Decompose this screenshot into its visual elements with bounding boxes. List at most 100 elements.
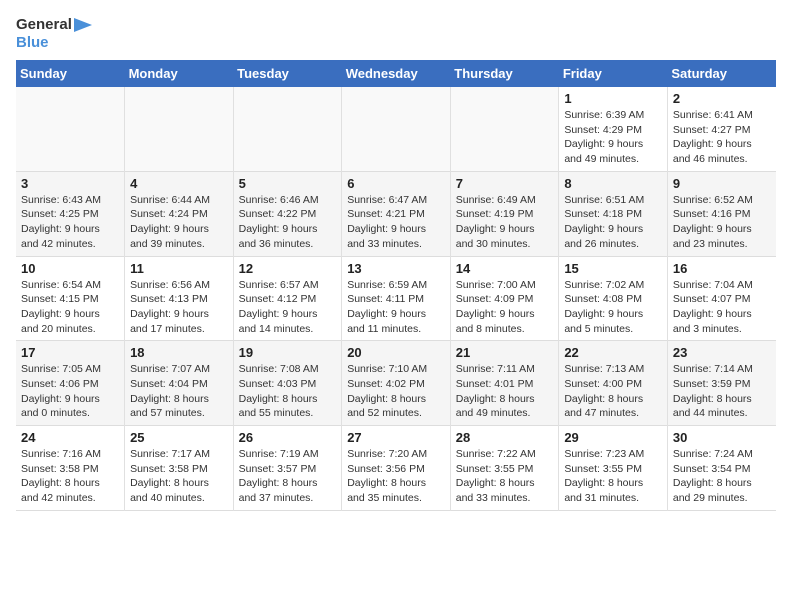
day-number: 4 xyxy=(130,176,228,191)
day-number: 21 xyxy=(456,345,554,360)
calendar-cell: 19 Sunrise: 7:08 AM Sunset: 4:03 PM Dayli… xyxy=(233,341,342,426)
calendar-cell xyxy=(233,87,342,171)
calendar-cell: 23Sunrise: 7:14 AM Sunset: 3:59 PM Dayli… xyxy=(667,341,776,426)
calendar-cell: 3Sunrise: 6:43 AM Sunset: 4:25 PM Daylig… xyxy=(16,171,125,256)
logo-blue: Blue xyxy=(16,34,92,52)
day-header-tuesday: Tuesday xyxy=(233,60,342,87)
header: General Blue xyxy=(16,16,776,52)
day-info: Sunrise: 7:04 AM Sunset: 4:07 PM Dayligh… xyxy=(673,278,771,337)
day-number: 3 xyxy=(21,176,119,191)
day-info: Sunrise: 7:00 AM Sunset: 4:09 PM Dayligh… xyxy=(456,278,554,337)
calendar-cell: 26 Sunrise: 7:19 AM Sunset: 3:57 PM Dayli… xyxy=(233,426,342,511)
calendar-cell: 12 Sunrise: 6:57 AM Sunset: 4:12 PM Dayli… xyxy=(233,256,342,341)
calendar-cell: 2 Sunrise: 6:41 AM Sunset: 4:27 PM Daylig… xyxy=(667,87,776,171)
day-info: Sunrise: 6:57 AM Sunset: 4:12 PM Dayligh… xyxy=(239,278,337,337)
day-info: Sunrise: 7:05 AM Sunset: 4:06 PM Dayligh… xyxy=(21,362,119,421)
calendar-cell: 8 Sunrise: 6:51 AM Sunset: 4:18 PM Daylig… xyxy=(559,171,668,256)
day-info: Sunrise: 7:10 AM Sunset: 4:02 PM Dayligh… xyxy=(347,362,445,421)
day-number: 22 xyxy=(564,345,662,360)
day-number: 11 xyxy=(130,261,228,276)
day-info: Sunrise: 6:56 AM Sunset: 4:13 PM Dayligh… xyxy=(130,278,228,337)
day-number: 15 xyxy=(564,261,662,276)
calendar-cell: 21 Sunrise: 7:11 AM Sunset: 4:01 PM Dayli… xyxy=(450,341,559,426)
day-info: Sunrise: 6:41 AM Sunset: 4:27 PM Dayligh… xyxy=(673,108,771,167)
day-number: 8 xyxy=(564,176,662,191)
day-number: 6 xyxy=(347,176,445,191)
calendar-cell: 28 Sunrise: 7:22 AM Sunset: 3:55 PM Dayli… xyxy=(450,426,559,511)
logo: General Blue xyxy=(16,16,92,52)
calendar-cell: 17 Sunrise: 7:05 AM Sunset: 4:06 PM Dayli… xyxy=(16,341,125,426)
day-number: 1 xyxy=(564,91,662,106)
calendar-cell: 29 Sunrise: 7:23 AM Sunset: 3:55 PM Dayli… xyxy=(559,426,668,511)
day-info: Sunrise: 6:51 AM Sunset: 4:18 PM Dayligh… xyxy=(564,193,662,252)
calendar-cell: 16 Sunrise: 7:04 AM Sunset: 4:07 PM Dayli… xyxy=(667,256,776,341)
calendar-cell: 6 Sunrise: 6:47 AM Sunset: 4:21 PM Daylig… xyxy=(342,171,451,256)
day-header-sunday: Sunday xyxy=(16,60,125,87)
day-info: Sunrise: 7:24 AM Sunset: 3:54 PM Dayligh… xyxy=(673,447,771,506)
calendar-cell: 30 Sunrise: 7:24 AM Sunset: 3:54 PM Dayli… xyxy=(667,426,776,511)
week-row-4: 24Sunrise: 7:16 AM Sunset: 3:58 PM Dayli… xyxy=(16,426,776,511)
day-info: Sunrise: 7:14 AM Sunset: 3:59 PM Dayligh… xyxy=(673,362,771,421)
day-info: Sunrise: 7:19 AM Sunset: 3:57 PM Dayligh… xyxy=(239,447,337,506)
day-info: Sunrise: 7:17 AM Sunset: 3:58 PM Dayligh… xyxy=(130,447,228,506)
day-number: 10 xyxy=(21,261,119,276)
calendar-cell xyxy=(450,87,559,171)
calendar-cell: 20 Sunrise: 7:10 AM Sunset: 4:02 PM Dayli… xyxy=(342,341,451,426)
calendar-cell: 5Sunrise: 6:46 AM Sunset: 4:22 PM Daylig… xyxy=(233,171,342,256)
day-number: 14 xyxy=(456,261,554,276)
logo-arrow-icon xyxy=(74,18,92,32)
logo-general: General xyxy=(16,16,72,34)
week-row-1: 3Sunrise: 6:43 AM Sunset: 4:25 PM Daylig… xyxy=(16,171,776,256)
calendar-cell: 1 Sunrise: 6:39 AM Sunset: 4:29 PM Daylig… xyxy=(559,87,668,171)
day-info: Sunrise: 7:13 AM Sunset: 4:00 PM Dayligh… xyxy=(564,362,662,421)
day-info: Sunrise: 6:49 AM Sunset: 4:19 PM Dayligh… xyxy=(456,193,554,252)
day-number: 12 xyxy=(239,261,337,276)
day-header-thursday: Thursday xyxy=(450,60,559,87)
day-number: 20 xyxy=(347,345,445,360)
day-number: 17 xyxy=(21,345,119,360)
week-row-2: 10 Sunrise: 6:54 AM Sunset: 4:15 PM Dayli… xyxy=(16,256,776,341)
day-info: Sunrise: 7:22 AM Sunset: 3:55 PM Dayligh… xyxy=(456,447,554,506)
calendar-cell: 15 Sunrise: 7:02 AM Sunset: 4:08 PM Dayli… xyxy=(559,256,668,341)
day-number: 9 xyxy=(673,176,771,191)
day-number: 29 xyxy=(564,430,662,445)
calendar-cell: 11 Sunrise: 6:56 AM Sunset: 4:13 PM Dayli… xyxy=(125,256,234,341)
calendar-cell: 9Sunrise: 6:52 AM Sunset: 4:16 PM Daylig… xyxy=(667,171,776,256)
day-number: 30 xyxy=(673,430,771,445)
day-number: 16 xyxy=(673,261,771,276)
logo-text: General Blue xyxy=(16,16,92,52)
day-info: Sunrise: 7:11 AM Sunset: 4:01 PM Dayligh… xyxy=(456,362,554,421)
calendar-cell: 27Sunrise: 7:20 AM Sunset: 3:56 PM Dayli… xyxy=(342,426,451,511)
day-info: Sunrise: 6:44 AM Sunset: 4:24 PM Dayligh… xyxy=(130,193,228,252)
day-info: Sunrise: 6:47 AM Sunset: 4:21 PM Dayligh… xyxy=(347,193,445,252)
week-row-3: 17 Sunrise: 7:05 AM Sunset: 4:06 PM Dayli… xyxy=(16,341,776,426)
week-row-0: 1 Sunrise: 6:39 AM Sunset: 4:29 PM Daylig… xyxy=(16,87,776,171)
day-info: Sunrise: 7:02 AM Sunset: 4:08 PM Dayligh… xyxy=(564,278,662,337)
day-info: Sunrise: 7:07 AM Sunset: 4:04 PM Dayligh… xyxy=(130,362,228,421)
day-info: Sunrise: 7:08 AM Sunset: 4:03 PM Dayligh… xyxy=(239,362,337,421)
day-info: Sunrise: 6:59 AM Sunset: 4:11 PM Dayligh… xyxy=(347,278,445,337)
day-header-monday: Monday xyxy=(125,60,234,87)
day-number: 13 xyxy=(347,261,445,276)
day-number: 19 xyxy=(239,345,337,360)
calendar-cell: 13 Sunrise: 6:59 AM Sunset: 4:11 PM Dayli… xyxy=(342,256,451,341)
calendar-cell: 14 Sunrise: 7:00 AM Sunset: 4:09 PM Dayli… xyxy=(450,256,559,341)
day-info: Sunrise: 6:54 AM Sunset: 4:15 PM Dayligh… xyxy=(21,278,119,337)
day-number: 7 xyxy=(456,176,554,191)
day-info: Sunrise: 6:39 AM Sunset: 4:29 PM Dayligh… xyxy=(564,108,662,167)
day-header-wednesday: Wednesday xyxy=(342,60,451,87)
day-info: Sunrise: 7:23 AM Sunset: 3:55 PM Dayligh… xyxy=(564,447,662,506)
day-number: 26 xyxy=(239,430,337,445)
day-number: 5 xyxy=(239,176,337,191)
calendar-cell: 24Sunrise: 7:16 AM Sunset: 3:58 PM Dayli… xyxy=(16,426,125,511)
calendar-cell xyxy=(125,87,234,171)
day-number: 2 xyxy=(673,91,771,106)
calendar-cell: 7 Sunrise: 6:49 AM Sunset: 4:19 PM Daylig… xyxy=(450,171,559,256)
calendar-cell xyxy=(342,87,451,171)
day-info: Sunrise: 7:16 AM Sunset: 3:58 PM Dayligh… xyxy=(21,447,119,506)
day-header-friday: Friday xyxy=(559,60,668,87)
calendar-cell: 10 Sunrise: 6:54 AM Sunset: 4:15 PM Dayli… xyxy=(16,256,125,341)
day-number: 18 xyxy=(130,345,228,360)
day-number: 28 xyxy=(456,430,554,445)
day-info: Sunrise: 7:20 AM Sunset: 3:56 PM Dayligh… xyxy=(347,447,445,506)
